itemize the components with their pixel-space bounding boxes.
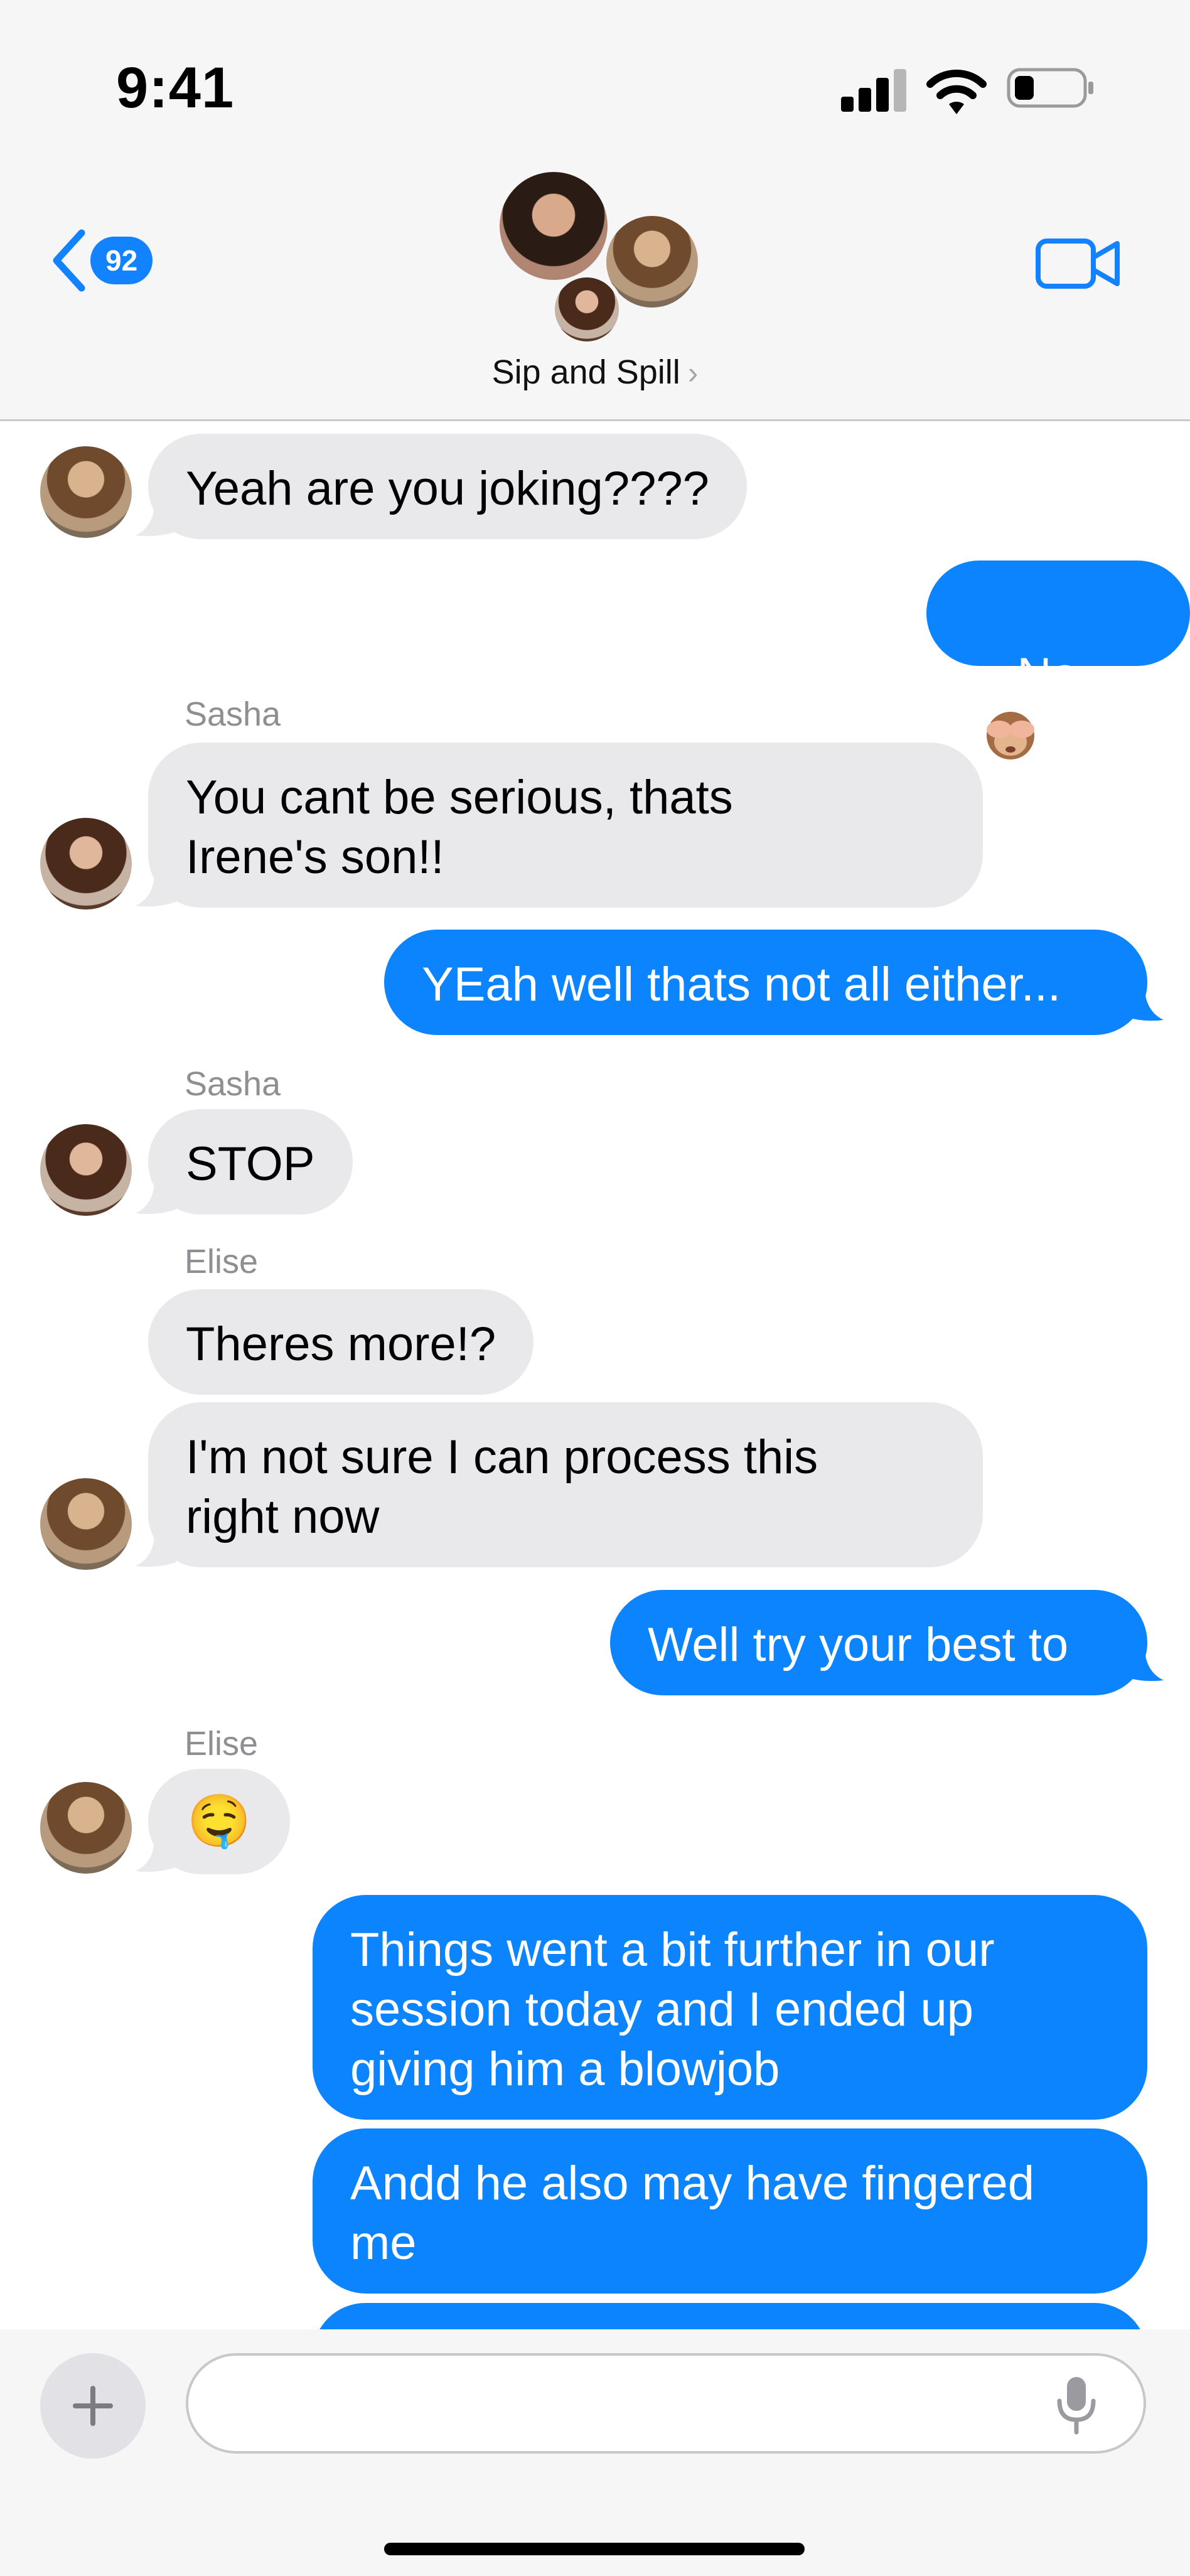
battery-icon	[1007, 68, 1093, 108]
microphone-icon[interactable]	[1054, 2375, 1098, 2435]
chevron-right-icon: ›	[687, 355, 699, 390]
group-name[interactable]: Sip and Spill ›	[0, 353, 1190, 392]
status-time: 9:41	[116, 56, 235, 120]
message-composer	[0, 2329, 1190, 2576]
incoming-message[interactable]: Theres more!?	[148, 1289, 534, 1395]
sender-name: Elise	[185, 1243, 259, 1280]
unread-count-badge: 92	[90, 237, 153, 284]
outgoing-message-text: No	[1017, 648, 1078, 702]
message-input[interactable]	[186, 2353, 1146, 2454]
home-indicator[interactable]	[384, 2543, 805, 2555]
sender-avatar-sasha[interactable]	[40, 1124, 132, 1216]
outgoing-message[interactable]: No	[926, 561, 1190, 759]
apps-plus-button[interactable]	[40, 2353, 146, 2459]
message-thread[interactable]: Yeah are you joking???? No Sasha You can…	[0, 421, 1190, 2329]
sender-avatar-elise[interactable]	[40, 1478, 132, 1570]
incoming-message[interactable]: Yeah are you joking????	[148, 434, 747, 539]
status-bar: 9:41	[0, 0, 1190, 157]
sender-name: Sasha	[185, 695, 281, 733]
back-button[interactable]: 92	[50, 226, 176, 295]
plus-icon	[73, 2386, 113, 2426]
conversation-header: 92 Sip and Spill ›	[0, 157, 1190, 421]
outgoing-message[interactable]: Well try your best to	[610, 1590, 1147, 1695]
sender-avatar-sasha[interactable]	[40, 818, 132, 910]
group-avatar-main[interactable]	[496, 168, 611, 284]
sender-avatar-elise[interactable]	[40, 446, 132, 538]
cellular-signal-icon	[841, 69, 907, 112]
chevron-left-icon	[53, 229, 85, 292]
incoming-message[interactable]: You cant be serious, thats Irene's son!!	[148, 743, 983, 908]
video-call-icon[interactable]	[1034, 232, 1122, 295]
sender-name: Sasha	[185, 1065, 281, 1103]
sender-avatar-elise[interactable]	[40, 1782, 132, 1874]
wifi-icon	[926, 69, 987, 114]
outgoing-message[interactable]	[313, 2303, 1147, 2329]
group-name-label: Sip and Spill	[491, 353, 680, 391]
outgoing-message[interactable]: Andd he also may have fingered me	[313, 2128, 1147, 2294]
outgoing-message[interactable]: Things went a bit further in our session…	[313, 1895, 1147, 2120]
sender-name: Elise	[185, 1725, 259, 1763]
group-avatar-sasha[interactable]	[551, 274, 623, 345]
incoming-message[interactable]: I'm not sure I can process this right no…	[148, 1402, 983, 1567]
see-no-evil-monkey-icon	[987, 712, 1034, 759]
incoming-message[interactable]: 🤤	[148, 1769, 290, 1874]
incoming-message[interactable]: STOP	[148, 1109, 353, 1215]
outgoing-message[interactable]: YEah well thats not all either...	[384, 930, 1147, 1035]
